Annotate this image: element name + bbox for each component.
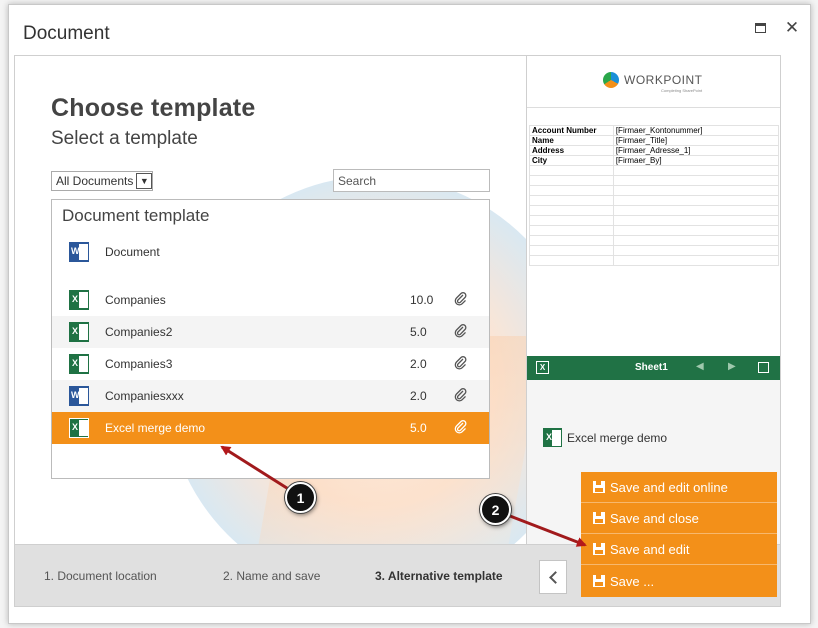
table-row xyxy=(529,165,780,176)
table-row xyxy=(529,225,780,236)
cell-value: [Firmaer_Title] xyxy=(612,135,780,146)
save-menu: Save and edit online Save and close Save… xyxy=(581,472,777,597)
save-icon xyxy=(593,543,605,555)
step-alternative-template[interactable]: 3. Alternative template xyxy=(375,569,503,583)
spreadsheet-preview: Account Number [Firmaer_Kontonummer] Name… xyxy=(527,108,780,362)
save-and-close-button[interactable]: Save and close xyxy=(581,503,777,534)
list-item-version: 2.0 xyxy=(410,389,427,403)
callout-badge-1: 1 xyxy=(285,482,316,513)
cell-key: City xyxy=(529,155,614,166)
chevron-left-icon xyxy=(548,570,562,584)
list-item-selected[interactable]: X Excel merge demo 5.0 xyxy=(52,412,489,444)
popout-icon[interactable] xyxy=(758,362,769,373)
excel-file-icon: X xyxy=(69,418,89,438)
table-row: Account Number [Firmaer_Kontonummer] xyxy=(529,125,780,136)
table-row: Name [Firmaer_Title] xyxy=(529,135,780,146)
workpoint-logo-icon xyxy=(603,72,619,88)
page-title: Choose template xyxy=(51,94,256,122)
list-item-version: 5.0 xyxy=(410,325,427,339)
save-icon xyxy=(593,575,605,587)
paperclip-icon[interactable] xyxy=(454,356,468,370)
word-file-icon: W xyxy=(69,386,89,406)
search-input[interactable] xyxy=(333,169,490,192)
cell-key: Name xyxy=(529,135,614,146)
template-chooser-pane: Choose template Select a template All Do… xyxy=(14,55,526,545)
template-list-title: Document template xyxy=(62,206,210,225)
list-item[interactable]: X Companies3 2.0 xyxy=(52,348,489,380)
table-row: City [Firmaer_By] xyxy=(529,155,780,166)
list-item[interactable]: W Document xyxy=(52,236,489,268)
next-sheet-icon[interactable]: ▶ xyxy=(728,361,736,372)
excel-app-icon: X xyxy=(536,361,549,374)
table-row xyxy=(529,215,780,226)
sheet-tab[interactable]: Sheet1 xyxy=(635,362,668,373)
list-item-name: Excel merge demo xyxy=(105,421,206,435)
excel-file-icon: X xyxy=(69,290,89,310)
paperclip-icon[interactable] xyxy=(454,420,468,434)
menu-item-label: Save and edit xyxy=(610,541,690,557)
save-icon xyxy=(593,481,605,493)
document-filter-select[interactable]: All Documents ▼ xyxy=(51,171,154,191)
previous-sheet-icon[interactable]: ◀ xyxy=(696,361,704,372)
step-name-and-save[interactable]: 2. Name and save xyxy=(223,569,320,583)
step-document-location[interactable]: 1. Document location xyxy=(44,569,157,583)
paperclip-icon[interactable] xyxy=(454,388,468,402)
maximize-icon[interactable] xyxy=(749,17,771,39)
table-row: Address [Firmaer_Adresse_1] xyxy=(529,145,780,156)
menu-item-label: Save and edit online xyxy=(610,479,728,495)
workpoint-logo: WORKPOINT Completing SharePoint xyxy=(603,72,703,93)
table-row xyxy=(529,195,780,206)
list-item-name: Companies3 xyxy=(105,357,173,371)
paperclip-icon[interactable] xyxy=(454,292,468,306)
save-as-button[interactable]: Save ... xyxy=(581,565,777,597)
selected-template-label: X Excel merge demo xyxy=(543,428,667,447)
cell-key: Address xyxy=(529,145,614,156)
list-item-version: 2.0 xyxy=(410,357,427,371)
list-item[interactable]: W Companiesxxx 2.0 xyxy=(52,380,489,412)
table-row xyxy=(529,185,780,196)
table-row xyxy=(529,175,780,186)
excel-file-icon: X xyxy=(543,428,562,447)
cell-value: [Firmaer_Adresse_1] xyxy=(612,145,780,156)
paperclip-icon[interactable] xyxy=(454,324,468,338)
table-row xyxy=(529,255,780,266)
list-item-name: Companies2 xyxy=(105,325,173,339)
chevron-down-icon[interactable]: ▼ xyxy=(136,173,153,189)
logo-subtext: Completing SharePoint xyxy=(661,88,703,93)
selected-template-name: Excel merge demo xyxy=(567,430,668,445)
save-and-edit-button[interactable]: Save and edit xyxy=(581,534,777,565)
list-item-version: 5.0 xyxy=(410,421,427,435)
menu-item-label: Save ... xyxy=(610,573,655,589)
list-item-name: Document xyxy=(105,245,160,259)
save-and-edit-online-button[interactable]: Save and edit online xyxy=(581,472,777,503)
table-row xyxy=(529,235,780,246)
table-row xyxy=(529,245,780,256)
list-item-version: 10.0 xyxy=(410,293,434,307)
close-icon[interactable]: ✕ xyxy=(781,17,803,39)
list-item-name: Companies xyxy=(105,293,166,307)
template-list: Document template W Document X Companies… xyxy=(51,199,490,479)
cell-value: [Firmaer_Kontonummer] xyxy=(612,125,780,136)
list-item-name: Companiesxxx xyxy=(105,389,184,403)
excel-file-icon: X xyxy=(69,322,89,342)
list-item[interactable]: X Companies 10.0 xyxy=(52,284,489,316)
filter-selected-value: All Documents xyxy=(56,174,134,188)
cell-value: [Firmaer_By] xyxy=(612,155,780,166)
word-file-icon: W xyxy=(69,242,89,262)
menu-item-label: Save and close xyxy=(610,510,699,526)
page-subtitle: Select a template xyxy=(51,128,198,149)
sheet-tab-bar: X Sheet1 ◀ ▶ xyxy=(527,356,780,380)
table-row xyxy=(529,205,780,216)
excel-file-icon: X xyxy=(69,354,89,374)
list-item[interactable]: X Companies2 5.0 xyxy=(52,316,489,348)
save-icon xyxy=(593,512,605,524)
callout-badge-2: 2 xyxy=(480,494,511,525)
cell-key: Account Number xyxy=(529,125,614,136)
logo-text: WORKPOINT xyxy=(624,73,703,87)
spreadsheet-grid: Account Number [Firmaer_Kontonummer] Name… xyxy=(529,125,780,266)
back-button[interactable] xyxy=(539,560,567,594)
dialog-title: Document xyxy=(23,23,110,44)
preview-header: WORKPOINT Completing SharePoint xyxy=(527,56,780,108)
